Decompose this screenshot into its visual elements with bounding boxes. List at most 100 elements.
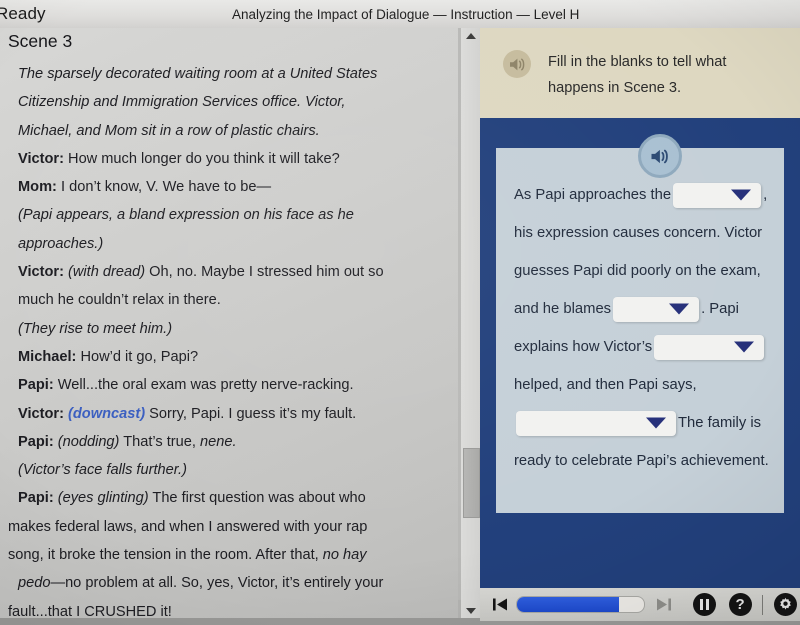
speaker-name: Victor: [18,405,64,422]
scrollbar-thumb[interactable] [463,448,480,518]
script-line: Papi: Well...the oral exam was pretty ne… [8,371,448,399]
reading-pane[interactable]: Scene 3 The sparsely decorated waiting r… [0,28,458,618]
dialogue-text: fault...that I CRUSHED it! [8,603,172,618]
script-line: Victor: How much longer do you think it … [8,145,448,173]
scroll-up-arrow-icon [465,32,476,39]
stage-direction: (Victor’s face falls further.) [18,462,187,479]
instruction-banner: Fill in the blanks to tell what happens … [480,28,800,118]
spanish-phrase: pedo [18,575,51,592]
fill-text-segment: As Papi approaches the [514,187,672,203]
dialogue-text: Well...the oral exam was pretty nerve-ra… [57,377,354,394]
activity-panel-body: As Papi approaches the, his expression c… [480,118,800,588]
fill-in-the-blanks-text: As Papi approaches the, his expression c… [514,176,772,480]
next-button[interactable] [649,588,677,621]
speaker-name: Papi: [18,377,54,394]
fill-text-segment: The family [678,415,747,431]
highlighted-word-downcast[interactable]: (downcast) [68,406,145,422]
stage-direction-inline: (eyes glinting) [57,490,149,507]
status-ready-label: Ready [0,4,46,23]
help-icon: ? [728,593,752,616]
spanish-word: nene. [200,433,237,450]
dialogue-text: I don’t know, V. We have to be— [60,179,272,196]
pause-button[interactable] [689,588,719,621]
progress-bar-fill [517,597,619,612]
scroll-down-button[interactable] [461,603,480,618]
script-line: Michael, and Mom sit in a row of plastic… [8,117,448,145]
blank-dropdown-3[interactable] [654,334,765,360]
speaker-name: Papi: [18,490,54,507]
fill-text-segment: guesses Papi did poorly on the exam, [514,263,761,279]
stage-direction: Citizenship and Immigration Services off… [18,94,346,111]
scene-title: Scene 3 [8,31,73,51]
script-line: much he couldn’t relax in there. [8,286,448,314]
dialogue-text: makes federal laws, and when I answered … [8,518,368,535]
script-line: approaches.) [8,230,448,258]
help-button[interactable]: ? [725,588,755,621]
script-line: Papi: (nodding) That’s true, nene. [8,428,448,456]
gear-icon [773,593,797,616]
fill-text-segment: explains how Victor’s [514,339,653,355]
script-line: Papi: (eyes glinting) The first question… [8,484,448,512]
script-text-block: The sparsely decorated waiting room at a… [8,60,448,618]
skip-back-icon [492,598,507,611]
stage-direction: (Papi appears, a bland expression on his… [18,207,354,224]
chevron-down-icon [734,341,755,353]
stage-direction: approaches.) [18,235,104,252]
script-line: Mom: I don’t know, V. We have to be— [8,173,448,201]
previous-button[interactable] [486,588,514,621]
dialogue-text: much he couldn’t relax in there. [18,292,221,309]
instruction-text: Fill in the blanks to tell what happens … [548,54,727,96]
script-line: The sparsely decorated waiting room at a… [8,60,448,88]
fill-text-segment: helped, and then Papi says, [514,377,697,393]
script-line: Victor: (with dread) Oh, no. Maybe I str… [8,258,448,286]
blank-dropdown-4[interactable] [516,410,676,436]
stage-direction: The sparsely decorated waiting room at a… [18,66,378,82]
fill-text-segment: achievement. [680,453,769,469]
pause-icon [692,593,716,616]
speaker-name: Papi: [18,433,54,450]
dialogue-text: That’s true, [123,433,201,450]
top-status-bar: Ready Analyzing the Impact of Dialogue —… [0,0,800,28]
screen-root: Ready Analyzing the Impact of Dialogue —… [0,0,800,625]
blank-dropdown-1[interactable] [673,182,762,208]
fill-text-segment: . Papi [701,301,739,317]
stage-direction-inline: (with dread) [68,264,146,281]
stage-direction: (They rise to meet him.) [18,320,173,337]
blank-dropdown-2[interactable] [613,296,700,322]
page-title: Analyzing the Impact of Dialogue — Instr… [232,7,580,22]
chevron-down-icon [731,189,752,201]
dialogue-text: How’d it go, Papi? [80,348,199,365]
script-line: (Victor’s face falls further.) [8,456,448,484]
script-line: Michael: How’d it go, Papi? [8,343,448,371]
script-line: song, it broke the tension in the room. … [8,541,448,569]
dialogue-text: The first question was about who [152,490,366,507]
script-line: makes federal laws, and when I answered … [8,513,448,541]
chevron-down-icon [669,303,690,315]
dialogue-text: Sorry, Papi. I guess it’s my fault. [149,405,357,422]
progress-bar[interactable] [516,596,646,613]
scroll-up-button[interactable] [461,28,480,43]
dialogue-text: How much longer do you think it will tak… [68,150,340,167]
skip-forward-icon [656,598,671,611]
dialogue-text: Oh, no. Maybe I stressed him out so [149,264,384,281]
fill-in-the-blanks-card: As Papi approaches the, his expression c… [496,148,784,513]
script-line: fault...that I CRUSHED it! [8,598,448,618]
speaker-name: Victor: [18,264,64,281]
script-line: pedo—no problem at all. So, yes, Victor,… [8,569,448,597]
scroll-down-arrow-icon [465,607,476,614]
settings-button[interactable] [770,588,800,621]
stage-direction: Michael, and Mom sit in a row of plastic… [18,122,320,139]
player-toolbar: ? [480,588,800,621]
speaker-name: Victor: [18,150,64,167]
script-line: (Papi appears, a bland expression on his… [8,201,448,229]
spanish-phrase: no hay [322,547,367,564]
dialogue-text: —no problem at all. So, yes, Victor, it’… [50,575,384,592]
fill-text-segment: and he blames [514,301,612,317]
stage-direction-inline: (nodding) [57,433,120,450]
reading-pane-scrollbar[interactable] [461,28,480,618]
speaker-icon[interactable] [638,134,682,178]
speaker-icon[interactable] [503,50,531,78]
script-line: Citizenship and Immigration Services off… [8,88,448,116]
speaker-name: Mom: [18,179,57,196]
chevron-down-icon [646,417,666,429]
